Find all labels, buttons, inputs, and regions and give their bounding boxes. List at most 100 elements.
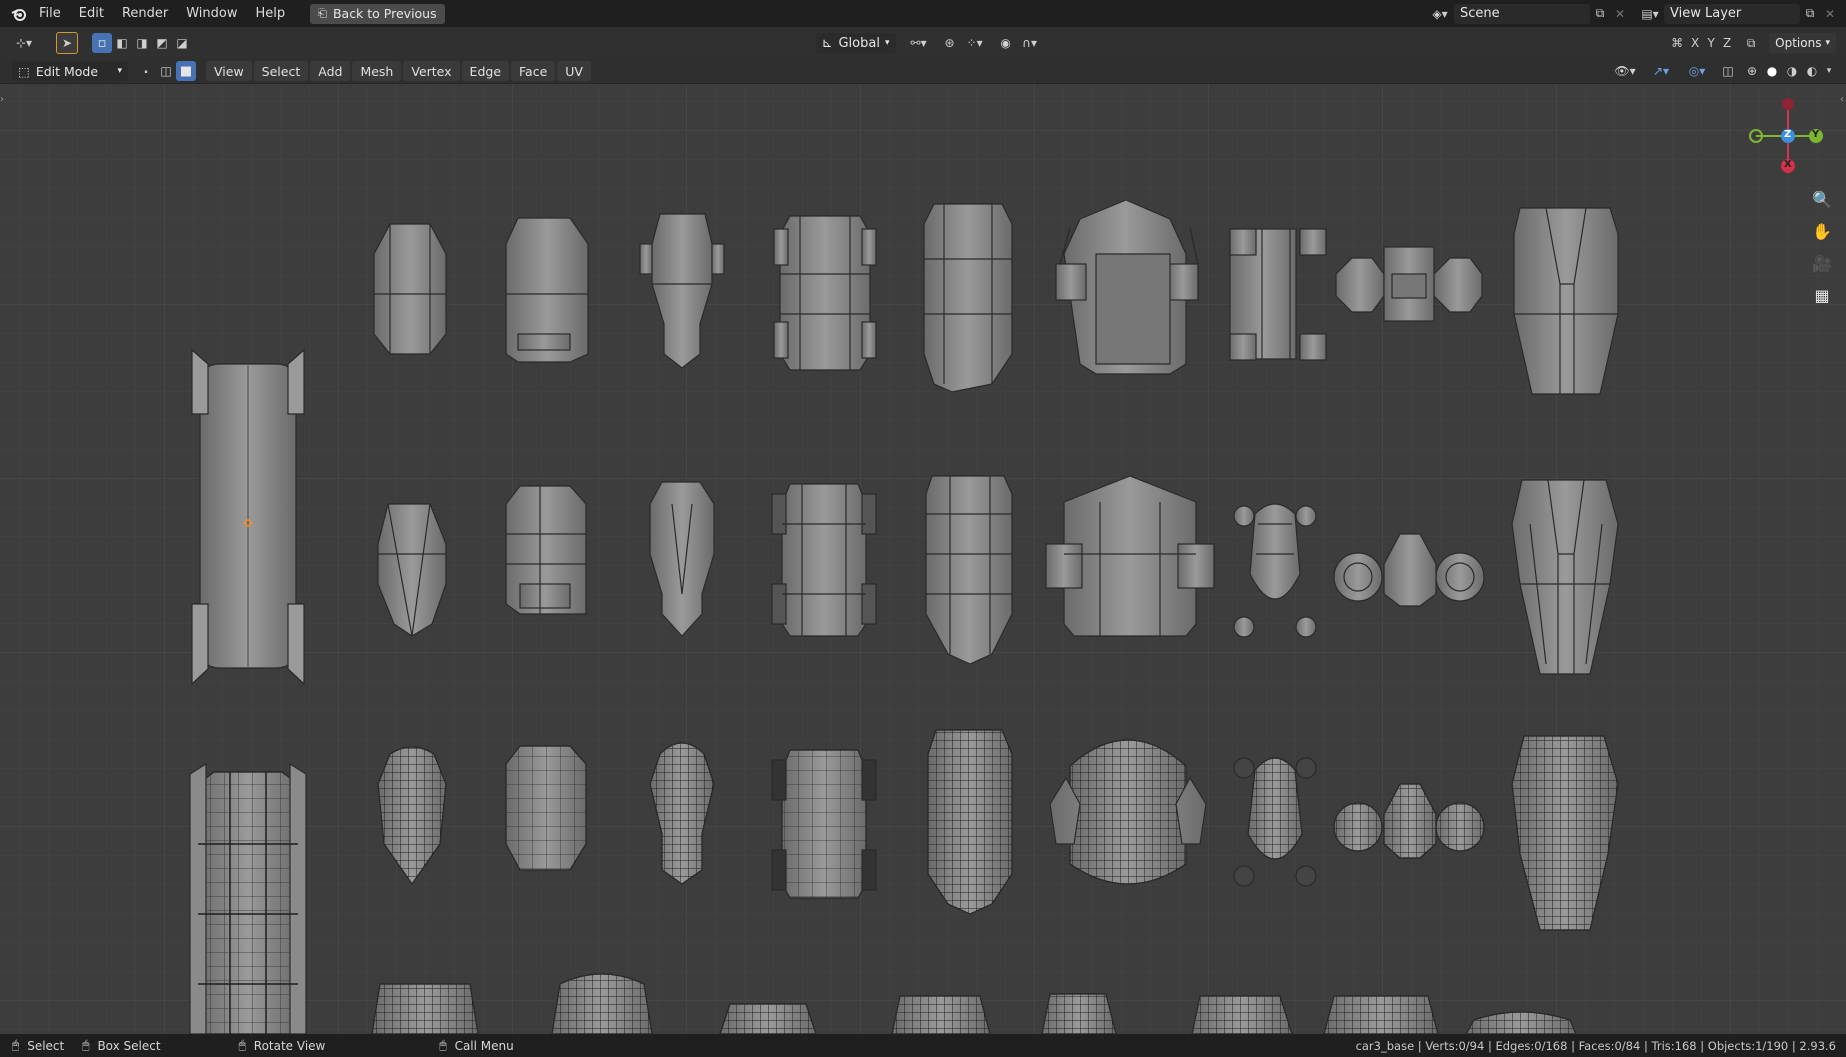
car-model-32[interactable]: [891, 995, 991, 1034]
edit-mode-icon: ⬚: [18, 63, 30, 79]
mirror-z-toggle[interactable]: Z: [1719, 33, 1735, 53]
pivot-point-icon[interactable]: ⚯▾: [904, 33, 934, 53]
vertex-select-icon[interactable]: ⬝: [136, 61, 156, 81]
car-model-05[interactable]: [923, 203, 1013, 393]
car-model-28[interactable]: [1511, 735, 1619, 931]
car-model-01[interactable]: [373, 223, 447, 355]
car-model-30[interactable]: [551, 973, 653, 1034]
header-menu-edge[interactable]: Edge: [461, 61, 510, 81]
select-mode-invert-icon[interactable]: ◩: [152, 33, 172, 53]
options-dropdown[interactable]: Options ▾: [1769, 33, 1836, 53]
remove-view-layer-icon[interactable]: ✕: [1820, 4, 1840, 24]
car-model-31[interactable]: [719, 1003, 817, 1034]
header-menu-select[interactable]: Select: [253, 61, 309, 81]
car-model-07[interactable]: [1229, 228, 1327, 361]
3d-viewport[interactable]: › ‹ Z Y X 🔍 ✋ 🎥 ▦: [0, 84, 1846, 1034]
car-model-19[interactable]: [189, 762, 307, 1034]
remove-scene-icon[interactable]: ✕: [1610, 4, 1630, 24]
car-model-03[interactable]: [639, 213, 725, 369]
select-mode-subtract-icon[interactable]: ◨: [132, 33, 152, 53]
select-mode-new-icon[interactable]: ▫: [92, 33, 112, 53]
blender-logo-icon[interactable]: [8, 4, 30, 24]
car-model-33[interactable]: [1041, 993, 1117, 1034]
car-model-12[interactable]: [649, 481, 715, 637]
car-model-04[interactable]: [773, 215, 877, 371]
select-mode-extend-icon[interactable]: ◧: [112, 33, 132, 53]
back-to-previous-label: Back to Previous: [332, 6, 437, 21]
view-layer-selector-icon[interactable]: ▤▾: [1640, 4, 1660, 24]
edge-select-icon[interactable]: ◫: [156, 61, 176, 81]
shading-rendered-icon[interactable]: ◐: [1802, 61, 1822, 81]
car-model-16[interactable]: [1233, 503, 1317, 638]
mode-dropdown[interactable]: ⬚ Edit Mode ▾: [12, 61, 128, 81]
menu-edit[interactable]: Edit: [70, 0, 113, 27]
xray-toggle-icon[interactable]: ◫: [1718, 61, 1738, 81]
header-menu-mesh[interactable]: Mesh: [352, 61, 402, 81]
proportional-edit-icon[interactable]: ◉: [996, 33, 1016, 53]
status-bar: 🖱 Select 🖱 Box Select 🖱 Rotate View 🖱 Ca…: [0, 1034, 1846, 1057]
chevron-down-icon: ▾: [117, 66, 122, 76]
transform-orientation-dropdown[interactable]: ⊾ Global ▾: [815, 33, 896, 53]
car-model-34[interactable]: [1191, 995, 1293, 1034]
new-scene-icon[interactable]: ⧉: [1590, 4, 1610, 24]
back-to-previous-button[interactable]: ⎗ Back to Previous: [310, 3, 445, 24]
car-model-20[interactable]: [377, 746, 447, 886]
car-model-09[interactable]: [1513, 207, 1619, 395]
car-model-14[interactable]: [925, 475, 1013, 665]
car-model-35[interactable]: [1323, 995, 1439, 1034]
car-model-11[interactable]: [505, 485, 587, 615]
status-select: Select: [27, 1038, 65, 1053]
auto-merge-icon[interactable]: ⧉: [1741, 33, 1761, 53]
car-model-24[interactable]: [927, 729, 1013, 915]
car-model-27[interactable]: [1333, 783, 1485, 859]
overlay-toggle-icon[interactable]: ◎▾: [1682, 61, 1712, 81]
mirror-x-toggle[interactable]: X: [1687, 33, 1703, 53]
header-menu-add[interactable]: Add: [310, 61, 351, 81]
car-model-29[interactable]: [371, 983, 479, 1034]
proportional-falloff-icon[interactable]: ∩▾: [1016, 33, 1044, 53]
car-model-36[interactable]: [1465, 1011, 1577, 1034]
scene-selector-icon[interactable]: ◈▾: [1430, 4, 1450, 24]
car-model-02[interactable]: [505, 217, 589, 363]
select-tool-icon[interactable]: ➤: [56, 32, 78, 54]
car-model-26[interactable]: [1233, 757, 1317, 887]
select-mode-intersect-icon[interactable]: ◪: [172, 33, 192, 53]
shading-solid-icon[interactable]: ●: [1762, 61, 1782, 81]
menu-render[interactable]: Render: [113, 0, 177, 27]
new-view-layer-icon[interactable]: ⧉: [1800, 4, 1820, 24]
car-model-21[interactable]: [505, 745, 587, 871]
mirror-y-toggle[interactable]: Y: [1703, 33, 1719, 53]
shading-options-icon[interactable]: ▾: [1822, 61, 1836, 81]
status-box-select: Box Select: [97, 1038, 161, 1053]
orientation-value: Global: [838, 35, 880, 51]
car-model-18[interactable]: [1511, 479, 1619, 675]
car-model-13[interactable]: [771, 483, 877, 637]
car-model-15[interactable]: [1045, 475, 1215, 637]
menu-file[interactable]: File: [30, 0, 70, 27]
car-model-25[interactable]: [1049, 739, 1207, 885]
mirror-options-icon[interactable]: ⌘: [1667, 33, 1687, 53]
snap-toggle-icon[interactable]: ⊛: [940, 33, 960, 53]
car-model-08[interactable]: [1335, 246, 1483, 322]
car-model-22[interactable]: [649, 742, 715, 885]
visibility-icon[interactable]: 👁▾: [1610, 61, 1640, 81]
menu-help[interactable]: Help: [247, 0, 295, 27]
menu-window[interactable]: Window: [177, 0, 246, 27]
view-layer-field[interactable]: View Layer: [1664, 3, 1800, 24]
car-model-10[interactable]: [377, 503, 447, 637]
shading-wireframe-icon[interactable]: ⊕: [1742, 61, 1762, 81]
header-menu-view[interactable]: View: [206, 61, 252, 81]
car-model-17[interactable]: [1333, 533, 1485, 607]
car-model-selected[interactable]: [191, 348, 305, 686]
face-select-icon[interactable]: ■: [176, 61, 196, 81]
header-menu-face[interactable]: Face: [511, 61, 556, 81]
car-model-23[interactable]: [771, 749, 877, 899]
scene-name-field[interactable]: Scene: [1454, 3, 1590, 24]
editor-type-icon[interactable]: ⊹▾: [10, 33, 38, 53]
shading-material-icon[interactable]: ◑: [1782, 61, 1802, 81]
header-menu-vertex[interactable]: Vertex: [403, 61, 460, 81]
gizmo-toggle-icon[interactable]: ↗▾: [1646, 61, 1676, 81]
snap-target-icon[interactable]: ⁘▾: [960, 33, 990, 53]
header-menu-uv[interactable]: UV: [557, 61, 591, 81]
car-model-06[interactable]: [1055, 199, 1199, 375]
